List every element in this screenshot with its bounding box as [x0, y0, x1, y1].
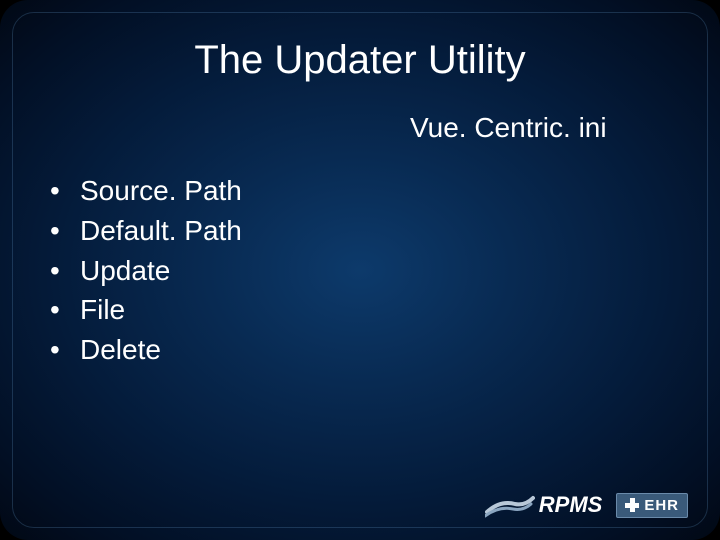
list-item: Default. Path — [50, 212, 242, 250]
slide-title: The Updater Utility — [0, 38, 720, 83]
list-item: Delete — [50, 331, 242, 369]
list-item: Update — [50, 252, 242, 290]
ehr-logo: EHR — [616, 493, 688, 518]
ehr-label: EHR — [644, 497, 679, 514]
rpms-label: RPMS — [539, 492, 603, 518]
list-item: Source. Path — [50, 172, 242, 210]
cross-icon — [625, 498, 639, 512]
swoosh-icon — [485, 492, 535, 518]
slide-subtitle: Vue. Centric. ini — [410, 112, 607, 144]
footer-logos: RPMS EHR — [485, 492, 688, 518]
list-item: File — [50, 291, 242, 329]
bullet-list: Source. Path Default. Path Update File D… — [50, 172, 242, 371]
rpms-logo: RPMS — [485, 492, 603, 518]
slide: The Updater Utility Vue. Centric. ini So… — [0, 0, 720, 540]
